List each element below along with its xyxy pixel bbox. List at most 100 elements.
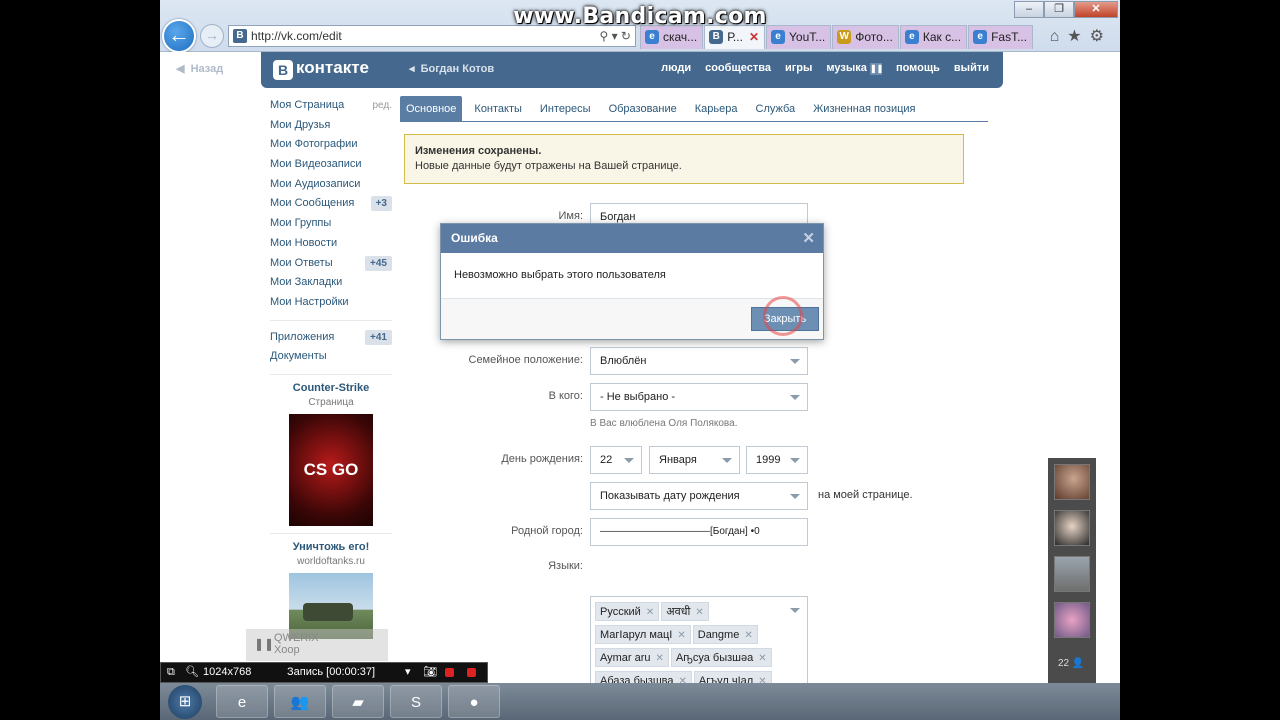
magnifier-icon[interactable]: 🔍︎ <box>185 663 199 682</box>
chevron-down-icon[interactable] <box>790 608 800 613</box>
sidebar-item[interactable]: Мои Настройки <box>270 293 392 313</box>
folder-taskbar-icon[interactable]: ▰ <box>332 685 384 718</box>
friends-count[interactable]: 22 👤 <box>1058 658 1084 669</box>
vk-logo[interactable]: Bконтакте <box>273 58 369 80</box>
tab-favicon-icon: e <box>973 30 988 44</box>
marital-select[interactable]: Влюблён <box>590 347 808 375</box>
tab-favicon-icon: e <box>645 30 659 44</box>
pause-record-icon[interactable] <box>445 668 454 677</box>
sidebar-item[interactable]: Мои Группы <box>270 214 392 234</box>
pause-icon[interactable]: ❚❚ <box>869 63 883 75</box>
sidebar-item[interactable]: Мои Аудиозаписи <box>270 175 392 195</box>
tab-label: скач... <box>663 30 698 44</box>
remove-icon[interactable]: ✕ <box>758 653 766 664</box>
ad-world-of-tanks[interactable]: Уничтожь его! worldoftanks.ru <box>270 541 392 639</box>
header-user-name[interactable]: ◂ Богдан Котов <box>409 62 494 75</box>
hometown-input[interactable]: ———————————[Богдан] •0 <box>590 518 808 546</box>
sidebar-item[interactable]: Мои Новости <box>270 234 392 254</box>
sidebar-item[interactable]: Мои Ответы +45 <box>270 254 392 274</box>
remove-icon[interactable]: ✕ <box>677 630 685 641</box>
year-select[interactable]: 1999 <box>746 446 808 474</box>
sidebar-item[interactable]: Моя Страница ред. <box>270 96 392 116</box>
row-show-birthday: Показывать дату рождения на моей страниц… <box>400 482 988 510</box>
friend-avatar[interactable] <box>1054 602 1090 638</box>
notice-title: Изменения сохранены. <box>415 145 542 157</box>
search-refresh-icon[interactable]: ⚲ ▾ ↻ <box>599 26 631 46</box>
site-favicon-icon: B <box>233 29 247 43</box>
dropdown-icon[interactable]: ▾ <box>405 663 411 682</box>
nav-games[interactable]: игры <box>785 62 812 75</box>
count-badge[interactable]: +3 <box>370 196 392 212</box>
remove-icon[interactable]: ✕ <box>646 607 654 618</box>
edit-tab[interactable]: Карьера <box>689 96 744 121</box>
edit-tab[interactable]: Жизненная позиция <box>807 96 921 121</box>
window-mode-icon[interactable]: ⧉ <box>167 663 175 682</box>
language-label: Aymar aru <box>600 652 651 664</box>
pause-icon[interactable]: ❚❚ <box>254 638 274 650</box>
sidebar-item[interactable]: Мои Фотографии <box>270 135 392 155</box>
edit-tab[interactable]: Образование <box>603 96 683 121</box>
sidebar-item[interactable]: Мои Сообщения +3 <box>270 194 392 214</box>
sidebar-item-label: Приложения <box>270 330 335 343</box>
ad-title[interactable]: Уничтожь его! <box>270 541 392 553</box>
nav-communities[interactable]: сообщества <box>705 62 771 75</box>
home-favorites-tools-icon[interactable]: ⌂★⚙ <box>1050 26 1112 46</box>
tab-label: YouT... <box>789 30 826 44</box>
back-link[interactable]: ◀ Назад <box>176 62 223 75</box>
friend-avatar[interactable] <box>1054 556 1090 592</box>
ie-taskbar-icon[interactable]: e <box>216 685 268 718</box>
nav-help[interactable]: помощь <box>896 62 940 75</box>
ad-title[interactable]: Counter-Strike <box>270 382 392 394</box>
close-icon[interactable]: ✕ <box>802 224 815 253</box>
sidebar-item-label: Документы <box>270 350 327 363</box>
edit-tab[interactable]: Интересы <box>534 96 597 121</box>
love-hint: В Вас влюблена Оля Полякова. <box>590 418 738 429</box>
whom-value: - Не выбрано - <box>600 391 676 403</box>
sidebar-item[interactable]: Приложения +41 <box>270 328 392 348</box>
edit-link[interactable]: ред. <box>372 96 392 115</box>
edit-tab[interactable]: Основное <box>400 96 463 121</box>
friends-count-value: 22 <box>1058 658 1070 669</box>
remove-icon[interactable]: ✕ <box>656 653 664 664</box>
edit-tabs: Основное Контакты Интересы Образование Карье… <box>400 96 988 122</box>
chevron-down-icon <box>790 395 800 400</box>
show-birthday-select[interactable]: Показывать дату рождения <box>590 482 808 510</box>
friend-avatar[interactable] <box>1054 510 1090 546</box>
start-button[interactable]: ⊞ <box>168 685 202 719</box>
sidebar-item[interactable]: Документы <box>270 347 392 367</box>
users-taskbar-icon[interactable]: 👥 <box>274 685 326 718</box>
language-chip: Aymar aru ✕ <box>595 648 669 667</box>
count-badge[interactable]: +41 <box>365 329 392 345</box>
remove-icon[interactable]: ✕ <box>695 607 703 618</box>
nav-people[interactable]: люди <box>661 62 691 75</box>
ad-image-csgo[interactable]: CS GO <box>289 413 373 526</box>
tab-favicon-icon: e <box>904 30 919 44</box>
stop-record-icon[interactable] <box>467 668 476 677</box>
nav-music[interactable]: музыка ❚❚ <box>826 62 883 75</box>
whom-select[interactable]: - Не выбрано - <box>590 383 808 411</box>
ad-counter-strike[interactable]: Counter-Strike Страница CS GO <box>270 382 392 526</box>
screen: www.Bandicam.com ‒ ❐ ✕ ← → B http://vk.c… <box>160 0 1120 720</box>
skype-taskbar-icon[interactable]: S <box>390 685 442 718</box>
remove-icon[interactable]: ✕ <box>744 630 752 641</box>
sidebar-item-label: Мои Сообщения <box>270 197 355 210</box>
tank-shape <box>303 602 353 621</box>
count-badge[interactable]: +45 <box>365 255 392 271</box>
bandicam-taskbar-icon[interactable]: ● <box>448 685 500 718</box>
sidebar-item-label: Мои Закладки <box>270 276 343 289</box>
friend-avatar[interactable] <box>1054 464 1090 500</box>
sidebar-item[interactable]: Мои Закладки <box>270 273 392 293</box>
sidebar-item[interactable]: Мои Видеозаписи <box>270 155 392 175</box>
edit-tab[interactable]: Служба <box>750 96 802 121</box>
back-link-label: Назад <box>190 63 224 75</box>
click-highlight <box>763 296 803 336</box>
month-select[interactable]: Января <box>649 446 740 474</box>
sidebar-item[interactable]: Мои Друзья <box>270 116 392 136</box>
close-tab-icon[interactable]: ✕ <box>749 30 759 44</box>
vk-header: Bконтакте ◂ Богдан Котов люди сообщества… <box>261 52 1003 88</box>
day-select[interactable]: 22 <box>590 446 642 474</box>
camera-icon[interactable]: 📷︎ <box>423 663 437 682</box>
nav-logout[interactable]: выйти <box>954 62 989 75</box>
languages-label: Языки: <box>548 560 583 572</box>
edit-tab[interactable]: Контакты <box>468 96 528 121</box>
